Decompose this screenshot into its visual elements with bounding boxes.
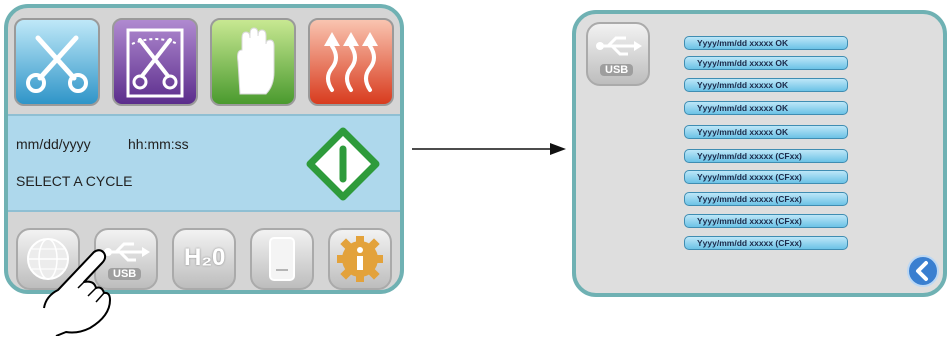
- steam-waves-icon: [324, 32, 378, 92]
- log-entry[interactable]: Yyyy/mm/dd xxxxx (CFxx): [684, 236, 848, 250]
- status-display: mm/dd/yyyy hh:mm:ss SELECT A CYCLE: [8, 114, 400, 212]
- transition-arrow: [412, 143, 566, 155]
- usb-tile-label: USB: [600, 64, 634, 76]
- log-entry[interactable]: Yyyy/mm/dd xxxxx (CFxx): [684, 170, 848, 184]
- scissors-icon: [26, 35, 88, 93]
- log-entry[interactable]: Yyyy/mm/dd xxxxx (CFxx): [684, 149, 848, 163]
- time-display: hh:mm:ss: [128, 136, 189, 152]
- water-label: H₂0: [184, 244, 226, 271]
- cycle-button-wrapped-instruments[interactable]: [112, 18, 198, 106]
- back-button[interactable]: [906, 254, 940, 288]
- date-display: mm/dd/yyyy: [16, 136, 91, 152]
- info-gear-icon: [337, 236, 383, 282]
- status-message: SELECT A CYCLE: [16, 173, 133, 189]
- water-button[interactable]: H₂0: [172, 228, 236, 290]
- log-entry[interactable]: Yyyy/mm/dd xxxxx OK: [684, 125, 848, 139]
- storage-card-icon: [269, 237, 295, 281]
- pointing-hand-icon: [43, 249, 111, 336]
- storage-button[interactable]: [250, 228, 314, 290]
- log-entry[interactable]: Yyyy/mm/dd xxxxx (CFxx): [684, 214, 848, 228]
- info-button[interactable]: [328, 228, 392, 290]
- log-entry[interactable]: Yyyy/mm/dd xxxxx OK: [684, 36, 848, 50]
- cycle-button-liquids[interactable]: [308, 18, 394, 106]
- log-entry[interactable]: Yyyy/mm/dd xxxxx (CFxx): [684, 192, 848, 206]
- usb-log-panel: USB Yyyy/mm/dd xxxxx OK Yyyy/mm/dd xxxxx…: [572, 10, 947, 297]
- log-entry[interactable]: Yyyy/mm/dd xxxxx OK: [684, 101, 848, 115]
- usb-icon-tile: USB: [586, 22, 650, 86]
- cycle-button-instruments[interactable]: [14, 18, 100, 106]
- wrapped-instrument-icon: [126, 28, 184, 98]
- glove-icon: [237, 27, 275, 95]
- log-entry[interactable]: Yyyy/mm/dd xxxxx OK: [684, 78, 848, 92]
- cycle-button-gloves[interactable]: [210, 18, 296, 106]
- start-button[interactable]: [306, 127, 380, 201]
- log-entry[interactable]: Yyyy/mm/dd xxxxx OK: [684, 56, 848, 70]
